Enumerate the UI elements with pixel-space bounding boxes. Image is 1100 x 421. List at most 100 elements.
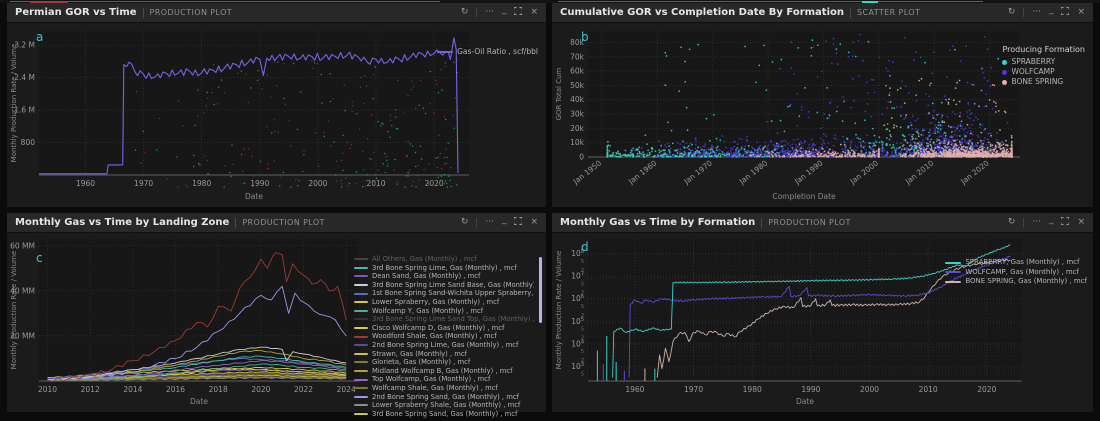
legend-item[interactable]: Lower Spraberry, Gas (Monthly) , mcf xyxy=(354,298,534,307)
chart-area-cum-gor[interactable]: Jan 1950Jan 1960Jan 1970Jan 1980Jan 1990… xyxy=(552,23,1093,207)
panel-title: Monthly Gas vs Time by Landing Zone xyxy=(15,217,229,228)
more-icon[interactable]: ··· xyxy=(1032,8,1041,17)
svg-text:1960: 1960 xyxy=(76,179,95,188)
legend-item[interactable]: 3rd Bone Spring Lime Sand Base, Gas (Mon… xyxy=(354,281,534,290)
more-icon[interactable]: ··· xyxy=(485,218,494,227)
plot-letter-c: c xyxy=(36,251,43,265)
legend-item[interactable]: Dean Sand, Gas (Monthly) , mcf xyxy=(354,272,534,281)
svg-text:Completion Date: Completion Date xyxy=(772,192,836,201)
legend-item[interactable]: 2nd Bone Spring Sand, Gas (Monthly) , mc… xyxy=(354,393,534,402)
panel-grid: Permian GOR vs Time PRODUCTION PLOT ↻ ··… xyxy=(7,3,1093,412)
minimize-icon[interactable]: _ xyxy=(502,6,507,15)
legend-item[interactable]: SPRABERRY xyxy=(1002,57,1085,67)
svg-text:Monthly Production Rate / Volu: Monthly Production Rate / Volume xyxy=(555,251,563,370)
more-icon[interactable]: ··· xyxy=(485,8,494,17)
legend-swatch xyxy=(354,318,368,320)
legend-item[interactable]: 3rd Bone Spring Sand, Gas (Monthly) , mc… xyxy=(354,410,534,419)
legend-item[interactable]: WOLFCAMP xyxy=(1002,67,1085,77)
svg-text:1990: 1990 xyxy=(801,385,820,394)
legend-label: Midland Wolfcamp B, Gas (Monthly) , mcf xyxy=(372,367,513,376)
legend-label: 3rd Bone Spring Sand, Gas (Monthly) , mc… xyxy=(372,410,517,419)
close-icon[interactable]: × xyxy=(530,218,538,227)
svg-text:50k: 50k xyxy=(570,81,585,90)
refresh-icon[interactable]: ↻ xyxy=(461,218,469,227)
panel-title: Cumulative GOR vs Completion Date By For… xyxy=(560,7,844,18)
chart-area-landing-zone[interactable]: 2010201220142016201820202022202460 MM40 … xyxy=(7,233,546,412)
panel-toolbar: ↻ ··· _ × xyxy=(461,217,538,228)
legend-item[interactable]: 2nd Bone Spring Lime, Gas (Monthly) , mc… xyxy=(354,341,534,350)
svg-text:60k: 60k xyxy=(570,67,585,76)
legend-swatch xyxy=(1002,70,1007,75)
legend-item[interactable]: Lower Spraberry Shale, Gas (Monthly) , m… xyxy=(354,401,534,410)
title-divider xyxy=(235,218,236,228)
close-icon[interactable]: × xyxy=(1077,218,1085,227)
minimize-icon[interactable]: _ xyxy=(1049,216,1054,225)
svg-text:1970: 1970 xyxy=(134,179,153,188)
svg-text:1960: 1960 xyxy=(625,385,644,394)
legend-item[interactable]: Wolfcamp Shale, Gas (Monthly) , mcf xyxy=(354,384,534,393)
legend-swatch xyxy=(945,271,961,273)
legend-item[interactable]: 1st Bone Spring Sand-Wichita Upper Sprab… xyxy=(354,289,534,298)
svg-text:Jan 1960: Jan 1960 xyxy=(626,158,659,186)
svg-text:5: 5 xyxy=(581,372,584,378)
minimize-icon[interactable]: _ xyxy=(1049,6,1054,15)
svg-text:2016: 2016 xyxy=(166,385,185,394)
legend-item[interactable]: BONE SPRING xyxy=(1002,77,1085,87)
legend-item[interactable]: Top Wolfcamp, Gas (Monthly) , mcf xyxy=(354,375,534,384)
svg-text:2022: 2022 xyxy=(294,385,313,394)
svg-text:2020: 2020 xyxy=(251,385,270,394)
panel-subtitle: SCATTER PLOT xyxy=(857,8,920,17)
legend-swatch xyxy=(354,293,368,295)
panel-toolbar: ↻ ··· _ × xyxy=(1008,7,1085,18)
legend-item[interactable]: Strawn, Gas (Monthly) , mcf xyxy=(354,350,534,359)
legend-item[interactable]: BONE SPRING, Gas (Monthly) , mcf xyxy=(945,277,1087,287)
legend-item[interactable]: Cisco Wolfcamp D, Gas (Monthly) , mcf xyxy=(354,324,534,333)
panel-titlebar: Permian GOR vs Time PRODUCTION PLOT ↻ ··… xyxy=(7,3,546,23)
refresh-icon[interactable]: ↻ xyxy=(461,8,469,17)
legend-item[interactable]: SPRABERRY, Gas (Monthly) , mcf xyxy=(945,258,1087,268)
legend-item[interactable]: All Others, Gas (Monthly) , mcf xyxy=(354,255,534,264)
legend-item[interactable]: Wolfcamp Y, Gas (Monthly) , mcf xyxy=(354,307,534,316)
more-icon[interactable]: ··· xyxy=(1032,218,1041,227)
close-icon[interactable]: × xyxy=(530,8,538,17)
panel-cum-gor-scatter: Cumulative GOR vs Completion Date By For… xyxy=(552,3,1093,207)
chart-area-permian-gor[interactable]: 19601970198019902000201020203.2 M2.4 M1.… xyxy=(7,23,546,207)
svg-text:2012: 2012 xyxy=(81,385,100,394)
panel-title: Permian GOR vs Time xyxy=(15,7,137,18)
legend-swatch xyxy=(354,284,368,286)
legend-item[interactable]: Woodford Shale, Gas (Monthly) , mcf xyxy=(354,332,534,341)
svg-text:Jan 2010: Jan 2010 xyxy=(903,158,936,186)
svg-text:Jan 1980: Jan 1980 xyxy=(737,158,770,186)
svg-text:2000: 2000 xyxy=(308,179,327,188)
refresh-icon[interactable]: ↻ xyxy=(1008,8,1016,17)
legend-item[interactable]: Gas-Oil Ratio , scf/bbl xyxy=(437,47,538,56)
refresh-icon[interactable]: ↻ xyxy=(1008,218,1016,227)
legend-item[interactable]: 3rd Bone Spring Lime, Gas (Monthly) , mc… xyxy=(354,264,534,273)
legend-swatch xyxy=(1002,80,1007,85)
svg-text:1970: 1970 xyxy=(684,385,703,394)
legend-swatch xyxy=(354,267,368,269)
legend-item[interactable]: Glorieta, Gas (Monthly) , mcf xyxy=(354,358,534,367)
expand-icon[interactable] xyxy=(1061,7,1069,18)
legend-label: SPRABERRY xyxy=(1011,57,1055,67)
svg-text:103: 103 xyxy=(571,362,584,371)
svg-text:107: 107 xyxy=(571,272,584,281)
legend-item[interactable]: WOLFCAMP, Gas (Monthly) , mcf xyxy=(945,268,1087,278)
legend-item[interactable]: 3rd Bone Spring Lime Sand Top, Gas (Mont… xyxy=(354,315,534,324)
legend-label: WOLFCAMP xyxy=(1011,67,1054,77)
expand-icon[interactable] xyxy=(514,7,522,18)
legend-swatch xyxy=(1002,60,1007,65)
legend-item[interactable]: Midland Wolfcamp B, Gas (Monthly) , mcf xyxy=(354,367,534,376)
legend-swatch xyxy=(354,361,368,363)
expand-icon[interactable] xyxy=(514,217,522,228)
close-icon[interactable]: × xyxy=(1077,8,1085,17)
svg-text:Jan 1970: Jan 1970 xyxy=(681,158,714,186)
svg-text:40k: 40k xyxy=(570,95,585,104)
legend-label: 1st Bone Spring Sand-Wichita Upper Sprab… xyxy=(372,289,534,298)
legend-label: Top Wolfcamp, Gas (Monthly) , mcf xyxy=(372,375,490,384)
minimize-icon[interactable]: _ xyxy=(502,216,507,225)
legend-scrollbar[interactable] xyxy=(539,257,542,323)
dashboard: Permian GOR vs Time PRODUCTION PLOT ↻ ··… xyxy=(0,0,1100,421)
expand-icon[interactable] xyxy=(1061,217,1069,228)
chart-area-formation[interactable]: 1960197019801990200020102020210852107521… xyxy=(552,233,1093,412)
